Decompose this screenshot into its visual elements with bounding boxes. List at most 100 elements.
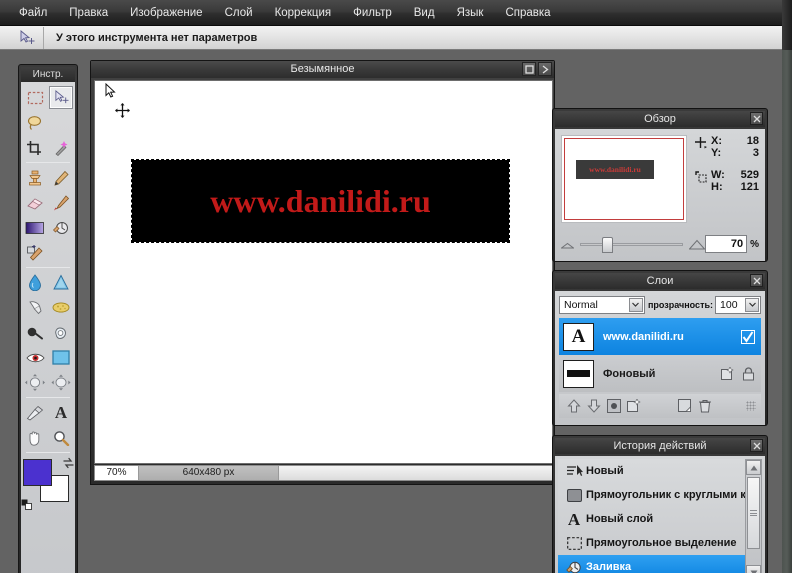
lock-icon[interactable] xyxy=(742,366,755,381)
history-item-label: Заливка xyxy=(586,561,632,573)
navigator-h-value: 121 xyxy=(740,181,759,193)
color-swatches xyxy=(21,457,75,511)
sharpen-tool-icon[interactable] xyxy=(49,271,73,294)
status-zoom-level[interactable]: 70% xyxy=(95,466,139,480)
close-icon[interactable] xyxy=(750,112,763,125)
toolbox-divider xyxy=(25,452,71,453)
canvas-drawing-area[interactable]: www.danilidi.ru xyxy=(94,80,553,464)
menu-item-language[interactable]: Язык xyxy=(446,4,495,22)
dodge-tool-icon[interactable] xyxy=(23,296,47,319)
zoom-slider-handle[interactable] xyxy=(602,236,614,253)
tool-row xyxy=(22,295,74,320)
menu-item-edit[interactable]: Правка xyxy=(58,4,119,22)
zoom-percent-input[interactable]: 70 xyxy=(705,235,748,253)
menu-item-help[interactable]: Справка xyxy=(494,4,561,22)
history-item-new[interactable]: Новый xyxy=(558,459,762,483)
layer-row-text[interactable]: A www.danilidi.ru xyxy=(559,318,761,355)
magic-wand-tool-icon[interactable] xyxy=(49,136,73,159)
finger-tool-icon[interactable] xyxy=(49,321,73,344)
history-scrollbar[interactable] xyxy=(745,459,762,573)
menu-item-file[interactable]: Файл xyxy=(8,4,58,22)
lasso-tool-icon[interactable] xyxy=(23,111,47,134)
navigator-w-value: 529 xyxy=(740,169,759,181)
menu-bar: Файл Правка Изображение Слой Коррекция Ф… xyxy=(0,0,792,26)
history-scrollbar-thumb[interactable] xyxy=(747,477,760,549)
delete-layer-button[interactable] xyxy=(695,397,715,415)
menu-item-correction[interactable]: Коррекция xyxy=(264,4,343,22)
toolbox-panel: Инстр. A xyxy=(18,64,78,573)
blur-tool-icon[interactable] xyxy=(23,271,47,294)
navigator-thumbnail[interactable]: www.danilidi.ru xyxy=(561,135,687,223)
text-tool-icon[interactable]: A xyxy=(49,401,73,424)
layer-visibility-checkbox[interactable] xyxy=(741,329,755,344)
zoom-out-icon[interactable] xyxy=(561,240,574,249)
fill-icon xyxy=(562,560,586,573)
red-eye-tool-icon[interactable] xyxy=(23,346,47,369)
scroll-up-icon[interactable] xyxy=(746,460,761,475)
history-item-rounded-rect[interactable]: Прямоугольник с круглыми кр xyxy=(558,483,762,507)
menu-item-filter[interactable]: Фильтр xyxy=(342,4,403,22)
move-tool-icon[interactable] xyxy=(49,86,73,109)
opacity-value: 100 xyxy=(720,298,738,311)
navigator-title-bar[interactable]: Обзор xyxy=(555,111,765,127)
history-list: Новый Прямоугольник с круглыми кр A Новы… xyxy=(558,459,762,573)
menu-item-image[interactable]: Изображение xyxy=(119,4,213,22)
menu-item-layer[interactable]: Слой xyxy=(214,4,264,22)
close-icon[interactable] xyxy=(538,62,552,76)
layers-title-bar[interactable]: Слои xyxy=(555,273,765,289)
sponge-tool-icon[interactable] xyxy=(49,296,73,319)
maximize-icon[interactable] xyxy=(522,62,536,76)
navigator-h-label: H: xyxy=(711,181,723,193)
swap-colors-icon[interactable] xyxy=(62,457,75,469)
paint-bucket-tool-icon[interactable] xyxy=(49,216,73,239)
move-layer-down-button[interactable] xyxy=(584,397,604,415)
move-layer-up-button[interactable] xyxy=(564,397,584,415)
blend-mode-select[interactable]: Normal xyxy=(559,295,645,314)
distort-tool-icon[interactable] xyxy=(49,371,73,394)
crop-tool-icon[interactable] xyxy=(23,136,47,159)
history-item-fill[interactable]: Заливка xyxy=(558,555,762,573)
smudge-tool-icon[interactable] xyxy=(23,241,47,264)
tool-row: A xyxy=(22,400,74,425)
history-item-new-layer[interactable]: A Новый слой xyxy=(558,507,762,531)
hand-tool-icon[interactable] xyxy=(23,426,47,449)
rotate-tool-icon[interactable] xyxy=(23,371,47,394)
chevron-down-icon[interactable] xyxy=(745,297,759,312)
layers-body: Normal прозрачность: 100 A www.danilidi.… xyxy=(555,291,765,425)
layer-status-icons xyxy=(721,366,755,381)
zoom-in-icon[interactable] xyxy=(689,239,706,250)
reset-colors-icon[interactable] xyxy=(21,499,34,511)
zoom-tool-icon[interactable] xyxy=(49,426,73,449)
eraser-tool-icon[interactable] xyxy=(23,191,47,214)
resize-grip[interactable] xyxy=(746,401,756,411)
move-tool-icon[interactable] xyxy=(10,26,44,49)
blend-mode-value: Normal xyxy=(564,298,598,311)
eyedropper-tool-icon[interactable] xyxy=(23,401,47,424)
scroll-down-icon[interactable] xyxy=(746,565,761,573)
layer-row-background[interactable]: Фоновый xyxy=(559,355,761,392)
close-icon[interactable] xyxy=(750,439,763,452)
window-right-edge xyxy=(782,50,792,573)
rectangular-marquee-tool-icon[interactable] xyxy=(23,86,47,109)
clone-stamp-tool-icon[interactable] xyxy=(23,166,47,189)
layer-properties-button[interactable] xyxy=(604,397,624,415)
opacity-input[interactable]: 100 xyxy=(715,295,761,314)
foreground-color-swatch[interactable] xyxy=(23,459,52,486)
canvas-title-bar[interactable]: Безымянное xyxy=(91,61,554,78)
pencil-tool-icon[interactable] xyxy=(49,166,73,189)
burn-tool-icon[interactable] xyxy=(23,321,47,344)
paintbrush-tool-icon[interactable] xyxy=(49,191,73,214)
shape-tool-icon[interactable] xyxy=(49,346,73,369)
history-title-bar[interactable]: История действий xyxy=(555,438,765,454)
tool-row xyxy=(22,135,74,160)
image-black-rectangle[interactable]: www.danilidi.ru xyxy=(131,159,510,243)
zoom-slider[interactable] xyxy=(580,236,684,253)
chevron-down-icon[interactable] xyxy=(628,297,643,312)
layer-mask-icon[interactable] xyxy=(721,366,735,381)
menu-item-view[interactable]: Вид xyxy=(403,4,446,22)
gradient-tool-icon[interactable] xyxy=(23,216,47,239)
history-item-marquee[interactable]: Прямоугольное выделение xyxy=(558,531,762,555)
close-icon[interactable] xyxy=(750,274,763,287)
duplicate-layer-button[interactable] xyxy=(675,397,695,415)
new-layer-button[interactable] xyxy=(624,397,644,415)
